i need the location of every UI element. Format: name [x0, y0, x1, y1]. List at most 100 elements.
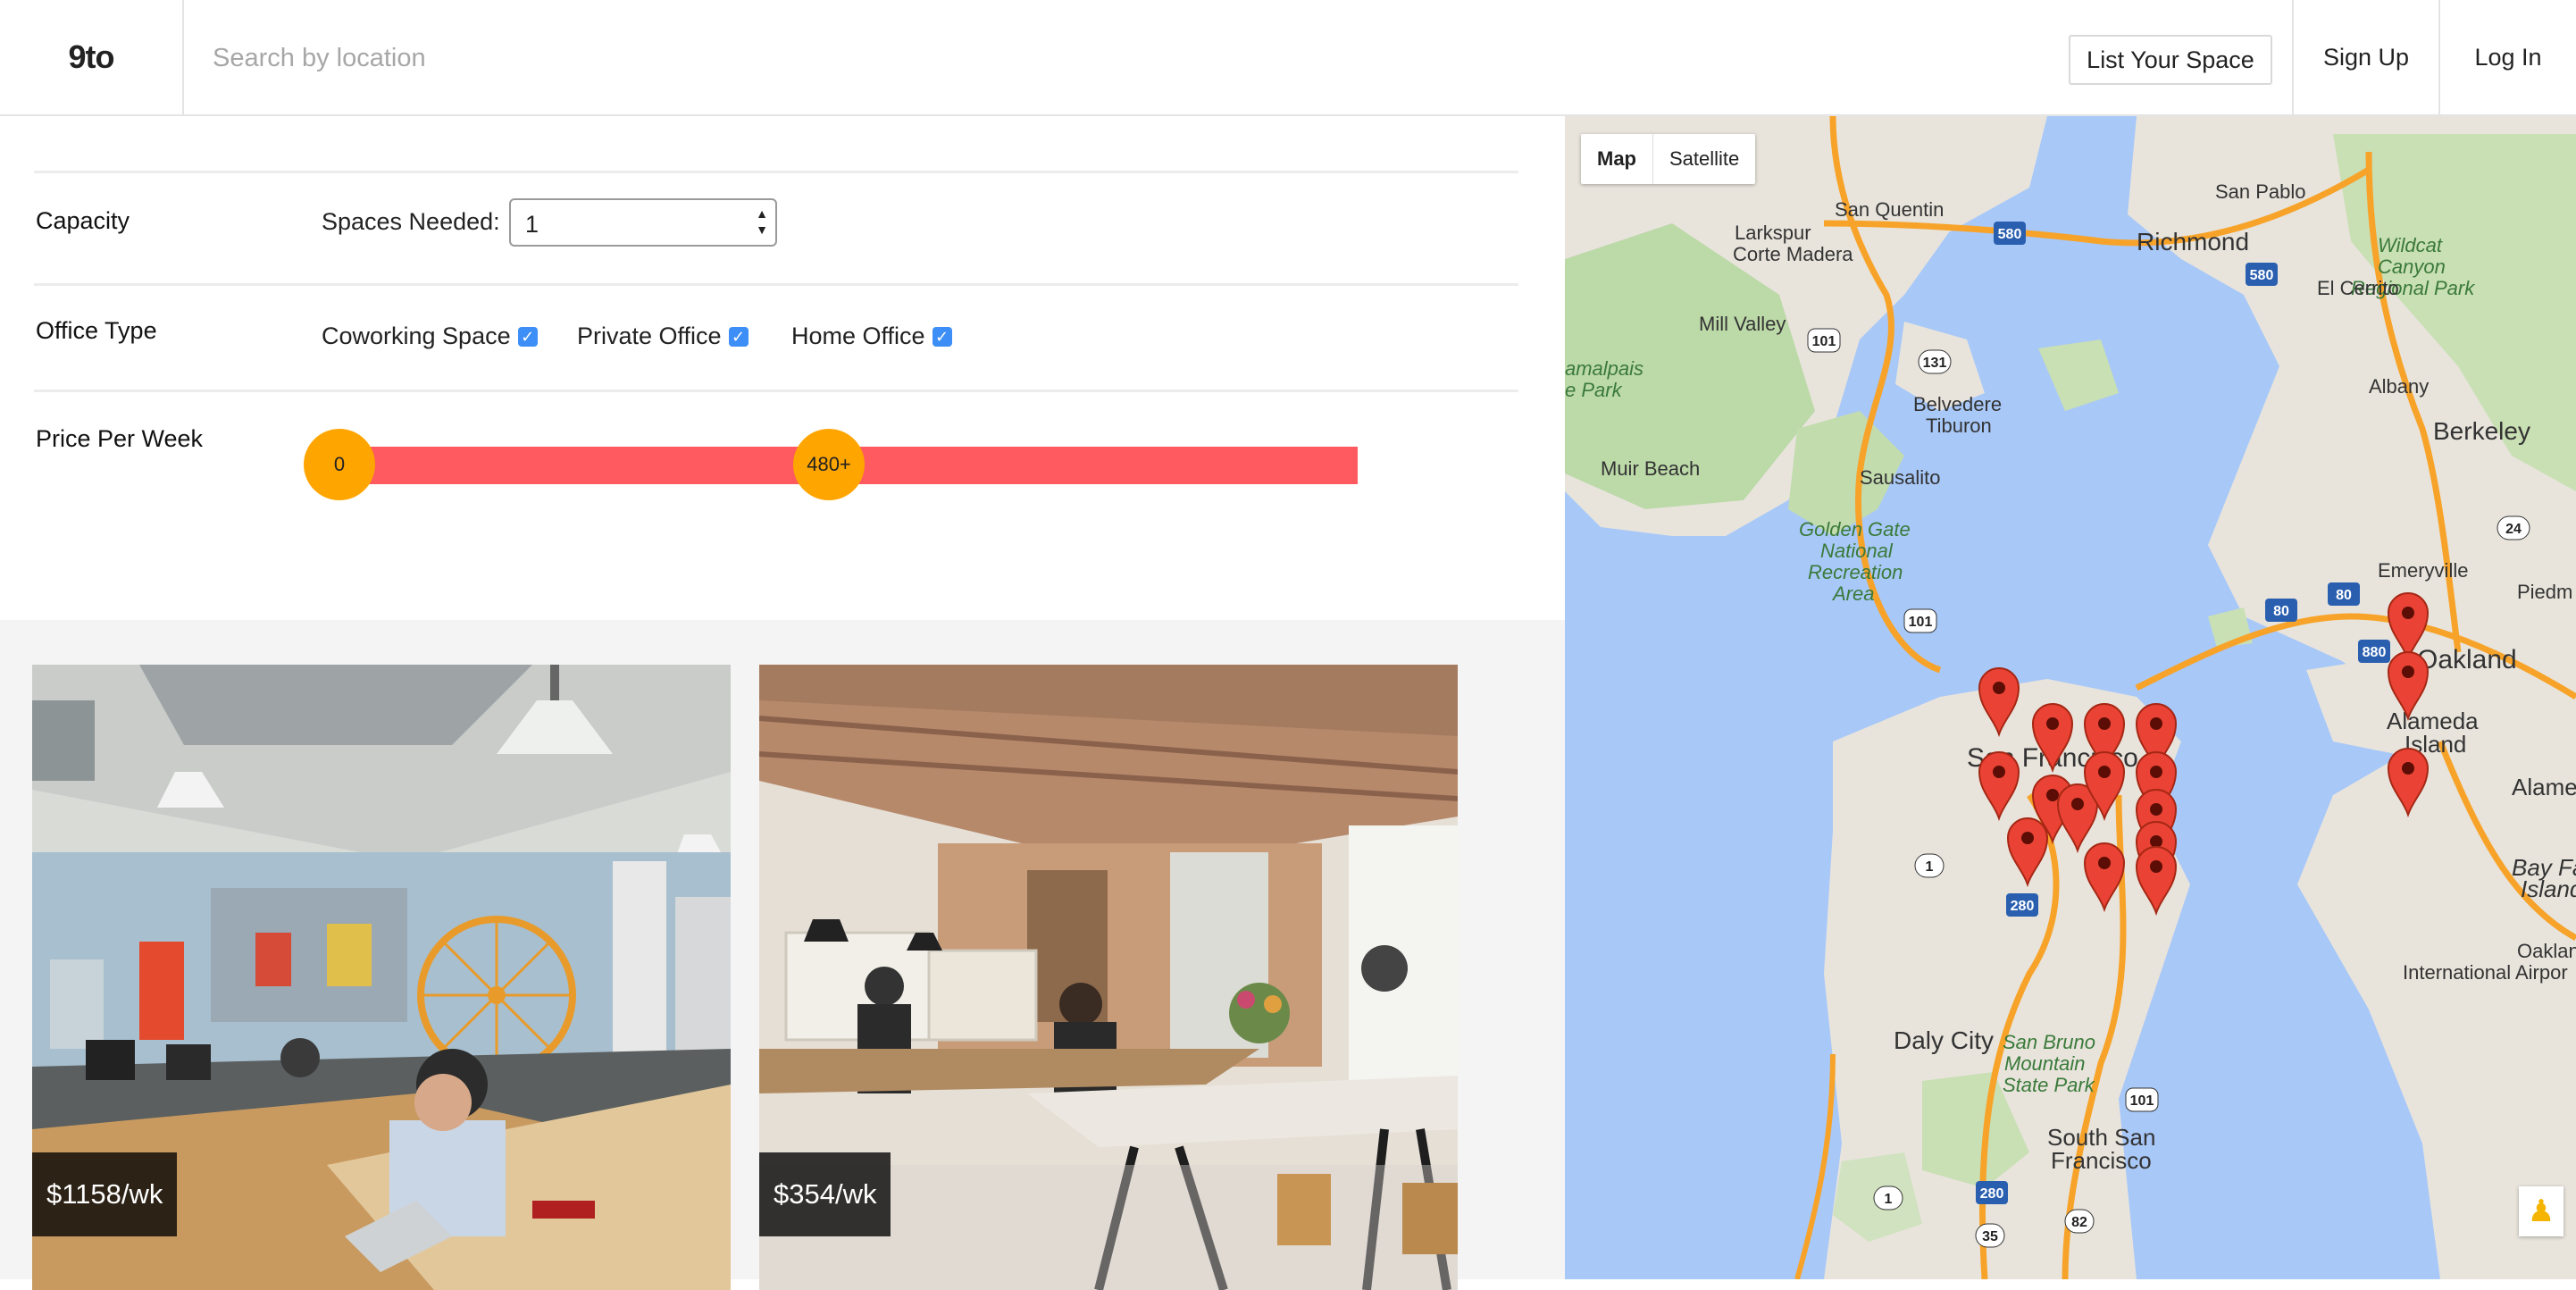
- svg-text:1: 1: [1885, 1192, 1893, 1207]
- map-label: Area: [1831, 582, 1874, 605]
- street-view-pegman-icon[interactable]: ♟: [2519, 1186, 2563, 1236]
- map-marker-dot: [2402, 607, 2414, 619]
- us-route-shield-icon: 101: [1903, 608, 1937, 633]
- sign-up-link[interactable]: Sign Up: [2294, 0, 2438, 114]
- map-label: San Pablo: [2215, 180, 2306, 203]
- spaces-needed-select[interactable]: 1 ▲ ▼: [509, 198, 777, 247]
- map-label: Francisco: [2051, 1147, 2152, 1174]
- map-marker-dot: [2150, 803, 2162, 816]
- interstate-shield-icon: 80: [2265, 599, 2297, 622]
- map-marker-dot: [2098, 766, 2111, 778]
- map-marker-dot: [2046, 717, 2059, 730]
- svg-text:80: 80: [2273, 604, 2289, 619]
- map-label: Piedm: [2517, 581, 2572, 603]
- map-marker-dot: [2098, 717, 2111, 730]
- us-route-shield-icon: 101: [2125, 1087, 2159, 1112]
- interstate-shield-icon: 280: [1976, 1181, 2008, 1204]
- map-label: e Park: [1565, 379, 1623, 401]
- svg-text:80: 80: [2336, 588, 2352, 603]
- svg-text:131: 131: [1923, 356, 1947, 371]
- capacity-label: Capacity: [36, 207, 130, 234]
- map-marker-dot: [2150, 860, 2162, 873]
- office-option-coworking: Coworking Space ✓: [322, 322, 538, 350]
- interstate-shield-icon: 80: [2328, 582, 2360, 606]
- svg-text:880: 880: [2363, 645, 2387, 660]
- map-label: Mill Valley: [1699, 313, 1786, 335]
- listing-card[interactable]: $1158/wk: [32, 665, 731, 1290]
- state-route-shield-icon: 82: [2064, 1209, 2095, 1234]
- map-label: Recreation: [1808, 561, 1903, 583]
- office-type-label: Office Type: [36, 317, 157, 344]
- listing-card[interactable]: $354/wk: [759, 665, 1458, 1290]
- svg-text:101: 101: [1812, 334, 1836, 349]
- map-label: Wildcat: [2378, 234, 2443, 256]
- list-your-space-button[interactable]: List Your Space: [2069, 35, 2272, 85]
- map-view[interactable]: San Pablo San Quentin Richmond Wildcat C…: [1565, 116, 2576, 1279]
- interstate-shield-icon: 880: [2358, 640, 2390, 663]
- map-label: El Cerrito: [2317, 277, 2399, 299]
- us-route-shield-icon: 101: [1807, 328, 1841, 353]
- map-label: San Quentin: [1835, 198, 1944, 221]
- map-label: Golden Gate: [1799, 518, 1911, 540]
- map-marker-dot: [2150, 717, 2162, 730]
- map-label: International Airpor: [2403, 961, 2568, 984]
- map-label: Belvedere: [1913, 393, 2002, 415]
- svg-text:1: 1: [1926, 859, 1934, 875]
- select-arrows-icon: ▲ ▼: [756, 206, 768, 237]
- map-label: Tiburon: [1926, 415, 1992, 437]
- map-type-map-button[interactable]: Map: [1581, 134, 1652, 184]
- map-label: Oakland: [2517, 940, 2576, 962]
- spaces-needed-label: Spaces Needed:: [322, 208, 500, 235]
- office-option-private: Private Office ✓: [577, 322, 749, 350]
- map-marker-dot: [1993, 682, 2005, 694]
- svg-text:580: 580: [1998, 227, 2022, 242]
- price-min-handle[interactable]: 0: [304, 429, 375, 500]
- map-type-satellite-button[interactable]: Satellite: [1652, 134, 1755, 184]
- divider: [34, 390, 1518, 392]
- home-office-checkbox[interactable]: ✓: [932, 326, 952, 347]
- map-label: Emeryville: [2378, 559, 2468, 582]
- price-per-week-label: Price Per Week: [36, 425, 204, 452]
- divider: [34, 283, 1518, 286]
- map-label: Albany: [2369, 375, 2429, 398]
- svg-text:101: 101: [1909, 615, 1933, 630]
- search-input[interactable]: [211, 32, 1554, 84]
- state-route-shield-icon: 131: [1918, 349, 1952, 374]
- map-label: Daly City: [1894, 1026, 1994, 1054]
- office-option-label: Private Office: [577, 322, 722, 349]
- logo-cell[interactable]: 9to: [0, 0, 184, 114]
- state-route-shield-icon: 24: [2497, 515, 2530, 540]
- state-route-shield-icon: 1: [1914, 853, 1945, 878]
- svg-text:24: 24: [2505, 522, 2522, 537]
- map-label: Berkeley: [2433, 417, 2530, 445]
- price-max-handle[interactable]: 480+: [793, 429, 865, 500]
- map-marker-dot: [2402, 762, 2414, 775]
- coworking-checkbox[interactable]: ✓: [517, 326, 538, 347]
- svg-text:580: 580: [2250, 268, 2274, 283]
- state-route-shield-icon: 35: [1975, 1223, 2005, 1248]
- map-label: Corte Madera: [1733, 243, 1853, 265]
- map-label: National: [1820, 540, 1894, 562]
- map-label: Sausalito: [1860, 466, 1941, 489]
- private-office-checkbox[interactable]: ✓: [728, 326, 749, 347]
- divider: [34, 171, 1518, 173]
- map-label: Alamed: [2512, 774, 2576, 800]
- map-marker-dot: [1993, 766, 2005, 778]
- map-type-toggle: Map Satellite: [1581, 134, 1756, 184]
- log-in-link[interactable]: Log In: [2440, 0, 2576, 114]
- top-nav: 9to List Your Space Sign Up Log In: [0, 0, 2576, 116]
- map-label: Larkspur: [1735, 222, 1811, 244]
- map-label: Mountain: [2004, 1052, 2086, 1075]
- logo[interactable]: 9to: [69, 38, 115, 76]
- map-marker-dot: [2150, 766, 2162, 778]
- map-label: Island: [2521, 875, 2576, 902]
- map-label: Canyon: [2378, 255, 2446, 278]
- map-marker-dot: [2071, 798, 2084, 810]
- svg-text:82: 82: [2071, 1215, 2087, 1230]
- spaces-needed-value: 1: [525, 211, 539, 238]
- map-marker-dot: [2021, 832, 2034, 844]
- listing-price: $354/wk: [759, 1152, 891, 1236]
- office-option-label: Coworking Space: [322, 322, 511, 349]
- interstate-shield-icon: 580: [2246, 263, 2278, 286]
- map-marker-dot: [2402, 666, 2414, 678]
